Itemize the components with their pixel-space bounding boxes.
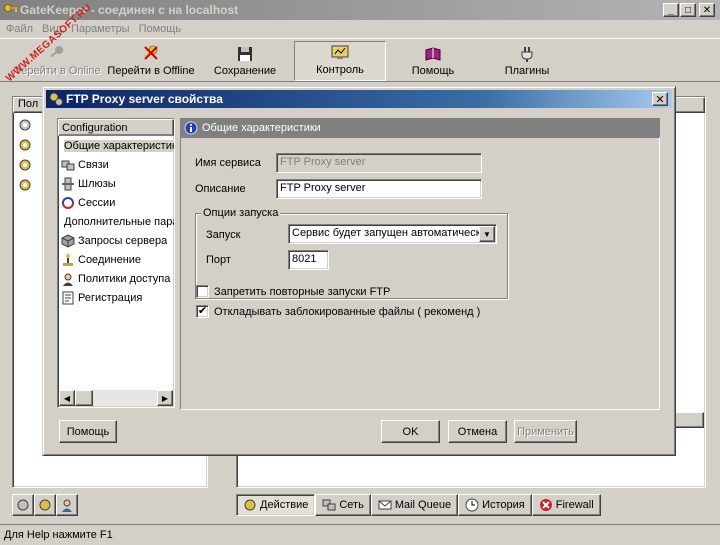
- minimize-button[interactable]: _: [663, 3, 679, 17]
- chevron-down-icon[interactable]: ▼: [479, 226, 495, 242]
- nav-item-gateways[interactable]: Шлюзы: [58, 174, 174, 193]
- close-button[interactable]: ✕: [699, 3, 715, 17]
- content-area: Общие характеристики Имя сервиса FTP Pro…: [180, 118, 660, 410]
- menu-file[interactable]: Файл: [6, 23, 33, 35]
- tab-servers-icon[interactable]: [12, 494, 34, 516]
- launch-select[interactable]: Сервис будет запущен автоматически ▼: [288, 224, 497, 244]
- links-icon: [61, 160, 75, 170]
- gears-icon: [39, 499, 51, 511]
- section-header: Общие характеристики: [180, 118, 660, 137]
- dialog-title-bar: FTP Proxy server свойства ✕: [46, 90, 672, 108]
- book-icon: [425, 47, 441, 61]
- dialog-title: FTP Proxy server свойства: [66, 92, 223, 106]
- info-icon: [184, 121, 198, 134]
- defer-blocked-files-checkbox[interactable]: ✔ Откладывать заблокированные файлы ( ре…: [196, 305, 480, 318]
- cancel-button[interactable]: Отмена: [448, 420, 507, 443]
- key-app-icon: [4, 4, 19, 12]
- left-bottom-tabs: [12, 494, 78, 516]
- scroll-left-arrow-icon[interactable]: ◀: [59, 390, 75, 406]
- right-bottom-tabs: Действие Сеть Mail Queue История Firewal…: [236, 494, 601, 516]
- plug-icon: [521, 47, 533, 62]
- tab-history[interactable]: История: [458, 494, 532, 516]
- user-icon: [62, 499, 72, 512]
- tab-firewall[interactable]: Firewall: [531, 494, 601, 516]
- nav-item-access-policies[interactable]: Политики доступа: [58, 269, 174, 288]
- network-icon: [322, 499, 336, 511]
- nav-item-server-requests[interactable]: Запросы сервера: [58, 231, 174, 250]
- sessions-icon: [62, 196, 74, 209]
- floppy-icon: [238, 47, 252, 61]
- checkmark-icon[interactable]: ✔: [196, 305, 209, 318]
- status-bar: Для Help нажмите F1: [0, 524, 720, 545]
- go-offline-button[interactable]: Перейти в Offline: [104, 41, 198, 81]
- description-label: Описание: [195, 183, 246, 195]
- nav-item-connection[interactable]: Соединение: [58, 250, 174, 269]
- gears-icon: [19, 179, 31, 191]
- deny-repeat-launch-checkbox[interactable]: Запретить повторные запуски FTP: [196, 285, 390, 298]
- gears-icon: [19, 139, 31, 151]
- menu-params[interactable]: Параметры: [71, 23, 130, 35]
- checkbox-unchecked[interactable]: [196, 285, 209, 298]
- nav-item-sessions[interactable]: Сессии: [58, 193, 174, 212]
- menu-help[interactable]: Помощь: [139, 23, 182, 35]
- toolbar: Перейти в Online Перейти в Offline Сохра…: [0, 38, 720, 82]
- user-icon: [63, 273, 73, 286]
- menu-bar: Файл Вид Параметры Помощь: [0, 20, 720, 38]
- nav-header: Configuration: [58, 119, 174, 136]
- nav-item-registration[interactable]: Регистрация: [58, 288, 174, 307]
- tab-user-icon[interactable]: [56, 494, 78, 516]
- key-offline-icon: [144, 45, 158, 60]
- port-input[interactable]: 8021: [288, 250, 329, 270]
- port-label: Порт: [206, 254, 231, 266]
- window-title: GateKeeper - соединен с на localhost: [20, 3, 239, 17]
- tab-action[interactable]: Действие: [236, 494, 316, 516]
- description-input[interactable]: FTP Proxy server: [276, 179, 482, 199]
- server-icon: [17, 499, 29, 511]
- dialog-close-button[interactable]: ✕: [652, 92, 668, 106]
- ok-button[interactable]: OK: [381, 420, 440, 443]
- document-icon: [62, 291, 74, 304]
- tab-mail-queue[interactable]: Mail Queue: [370, 494, 459, 516]
- scroll-thumb[interactable]: [75, 390, 93, 406]
- gears-icon: [49, 92, 63, 106]
- plugins-button[interactable]: Плагины: [482, 41, 572, 81]
- monitor-icon: [331, 45, 349, 59]
- tab-gears-icon[interactable]: [34, 494, 56, 516]
- launch-options-legend: Опции запуска: [201, 207, 281, 219]
- nav-item-general[interactable]: Общие характеристики: [58, 136, 174, 155]
- ftp-proxy-dialog: FTP Proxy server свойства ✕ Configuratio…: [42, 86, 676, 456]
- nav-horizontal-scrollbar[interactable]: ◀ ▶: [59, 390, 173, 406]
- gateway-icon: [62, 177, 74, 190]
- cube-icon: [61, 233, 75, 248]
- clock-icon: [465, 498, 479, 512]
- service-name-label: Имя сервиса: [195, 157, 261, 169]
- help-toolbar-button[interactable]: Помощь: [390, 41, 476, 81]
- maximize-button[interactable]: □: [680, 3, 696, 17]
- nav-list: Общие характеристики Связи Шлюзы Сессии …: [58, 136, 174, 307]
- gears-icon: [19, 119, 31, 131]
- main-title-bar: GateKeeper - соединен с на localhost _ □…: [0, 0, 720, 20]
- save-button[interactable]: Сохранение: [200, 41, 290, 81]
- status-text: Для Help нажмите F1: [4, 529, 113, 541]
- service-name-input[interactable]: FTP Proxy server: [276, 153, 482, 173]
- action-icon: [244, 499, 256, 511]
- control-button[interactable]: Контроль: [294, 41, 386, 81]
- section-title: Общие характеристики: [202, 121, 321, 134]
- launch-select-value: Сервис будет запущен автоматически: [292, 227, 487, 239]
- nav-item-links[interactable]: Связи: [58, 155, 174, 174]
- tab-network[interactable]: Сеть: [315, 494, 371, 516]
- apply-button[interactable]: Применить: [514, 420, 577, 443]
- nav-item-advanced[interactable]: Дополнительные параметры: [58, 212, 174, 231]
- firewall-icon: [539, 499, 552, 511]
- envelope-icon: [378, 500, 392, 510]
- launch-label: Запуск: [206, 229, 241, 241]
- gears-icon: [19, 159, 31, 171]
- help-button[interactable]: Помощь: [59, 420, 117, 443]
- scroll-right-arrow-icon[interactable]: ▶: [157, 390, 173, 406]
- connection-icon: [63, 253, 73, 266]
- config-nav-tree: Configuration Общие характеристики Связи…: [57, 118, 175, 408]
